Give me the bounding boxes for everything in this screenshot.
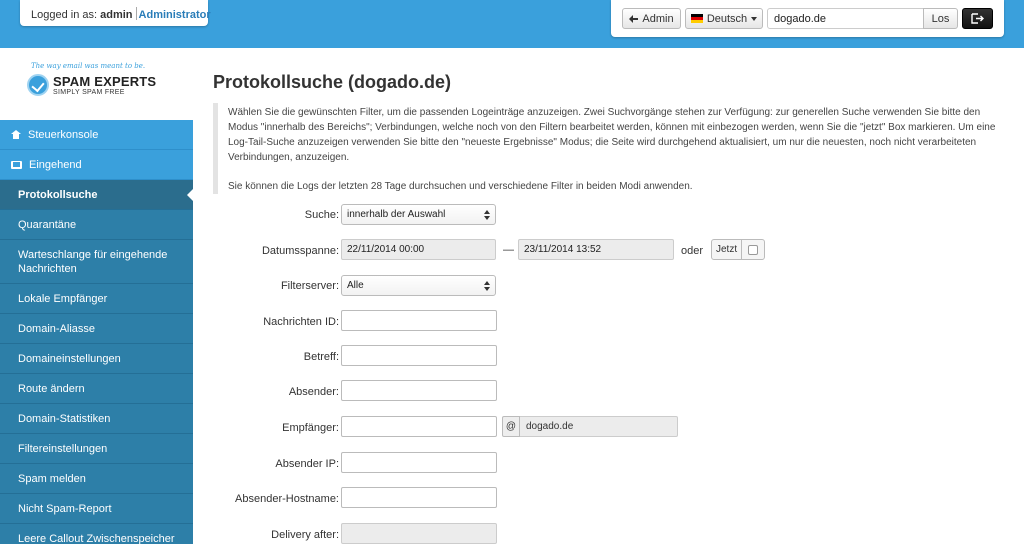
- sidebar-item-label: Route ändern: [18, 382, 85, 395]
- divider: [135, 7, 137, 20]
- recipient-domain-field: @ dogado.de: [502, 416, 678, 437]
- now-checkbox[interactable]: [748, 244, 759, 255]
- sidebar-item-label: Nicht Spam-Report: [18, 502, 112, 515]
- arrow-left-icon: [629, 14, 639, 23]
- language-label: Deutsch: [706, 12, 748, 25]
- recipient-label: Empfänger:: [282, 422, 339, 434]
- sender-ip-input[interactable]: [341, 452, 497, 473]
- chevron-down-icon: [751, 16, 758, 21]
- top-bar: Logged in as: admin Administrator Admin D…: [0, 0, 1024, 48]
- sender-hostname-input[interactable]: [341, 487, 497, 508]
- info-text-retention: Sie können die Logs der letzten 28 Tage …: [228, 181, 693, 192]
- sidebar-item-incoming[interactable]: Eingehend: [0, 150, 193, 180]
- sidebar-nav: Steuerkonsole Eingehend Protokollsuche Q…: [0, 120, 193, 544]
- inbox-icon: [11, 160, 22, 169]
- message-id-label: Nachrichten ID:: [263, 316, 339, 328]
- date-range-dash: —: [503, 244, 514, 256]
- at-sign: @: [502, 416, 520, 437]
- sidebar-item-log-search[interactable]: Protokollsuche: [0, 180, 193, 210]
- login-prefix: Logged in as:: [31, 9, 98, 21]
- role-link[interactable]: Administrator: [139, 9, 211, 21]
- page-title: Protokollsuche (dogado.de): [213, 72, 452, 92]
- sidebar-item-label: Quarantäne: [18, 218, 77, 231]
- logo-brand: SPAM EXPERTS: [53, 74, 157, 89]
- checkmark-logo-icon: [27, 74, 49, 96]
- search-mode-value: innerhalb der Auswahl: [347, 209, 446, 220]
- login-status: Logged in as: admin Administrator: [20, 0, 211, 26]
- sidebar-item-dashboard[interactable]: Steuerkonsole: [0, 120, 193, 150]
- logo-subtitle: SIMPLY SPAM FREE: [53, 89, 125, 96]
- subject-label: Betreff:: [303, 351, 339, 363]
- now-label: Jetzt: [712, 240, 743, 259]
- delivery-after-input[interactable]: [341, 523, 497, 544]
- search-mode-select[interactable]: innerhalb der Auswahl: [341, 204, 496, 225]
- spam-experts-logo[interactable]: The way email was meant to be. SPAM EXPE…: [25, 62, 170, 110]
- info-text: Wählen Sie die gewünschten Filter, um di…: [228, 107, 996, 163]
- sidebar-item-label: Filtereinstellungen: [18, 442, 108, 455]
- sender-input[interactable]: [341, 380, 497, 401]
- admin-button[interactable]: Admin: [622, 8, 681, 29]
- select-arrows-icon: [484, 281, 490, 291]
- logout-icon: [970, 13, 984, 24]
- sender-ip-label: Absender IP:: [275, 458, 339, 470]
- date-range-label: Datumsspanne:: [261, 245, 339, 257]
- recipient-domain-value: dogado.de: [520, 416, 678, 437]
- sender-label: Absender:: [288, 386, 339, 398]
- sidebar-item-label: Lokale Empfänger: [18, 292, 108, 305]
- message-id-input[interactable]: [341, 310, 497, 331]
- delivery-after-label: Delivery after:: [271, 529, 339, 541]
- go-button-label: Los: [931, 12, 950, 25]
- home-icon: [11, 130, 21, 139]
- filter-server-label: Filterserver:: [280, 280, 339, 292]
- filter-server-value: Alle: [347, 280, 364, 291]
- sidebar-item-label: Eingehend: [29, 158, 82, 171]
- info-block: Wählen Sie die gewünschten Filter, um di…: [213, 103, 1008, 194]
- header-tools: Admin Deutsch Los: [611, 0, 1004, 37]
- select-arrows-icon: [484, 210, 490, 220]
- search-mode-label: Suche:: [304, 209, 339, 221]
- logo-tagline: The way email was meant to be.: [31, 62, 146, 70]
- date-to-input[interactable]: [518, 239, 674, 260]
- sidebar-item-label: Steuerkonsole: [28, 128, 99, 141]
- recipient-input[interactable]: [341, 416, 497, 437]
- sidebar-item-label: Domaineinstellungen: [18, 352, 121, 365]
- sidebar-item-label: Domain-Aliasse: [18, 322, 96, 335]
- subject-input[interactable]: [341, 345, 497, 366]
- now-toggle[interactable]: Jetzt: [711, 239, 766, 260]
- username: admin: [100, 9, 133, 21]
- filter-server-select[interactable]: Alle: [341, 275, 496, 296]
- sidebar-item-label: Protokollsuche: [18, 188, 98, 201]
- or-label: oder: [681, 245, 704, 257]
- german-flag-icon: [690, 14, 703, 23]
- domain-search-input[interactable]: [767, 8, 924, 29]
- logout-button[interactable]: [962, 8, 993, 29]
- sidebar-item-label: Spam melden: [18, 472, 86, 485]
- language-dropdown[interactable]: Deutsch: [685, 8, 763, 29]
- go-button[interactable]: Los: [923, 8, 958, 29]
- sender-hostname-label: Absender-Hostname:: [235, 493, 339, 505]
- admin-button-label: Admin: [642, 12, 674, 25]
- sidebar-item-label: Domain-Statistiken: [18, 412, 111, 425]
- date-from-input[interactable]: [341, 239, 496, 260]
